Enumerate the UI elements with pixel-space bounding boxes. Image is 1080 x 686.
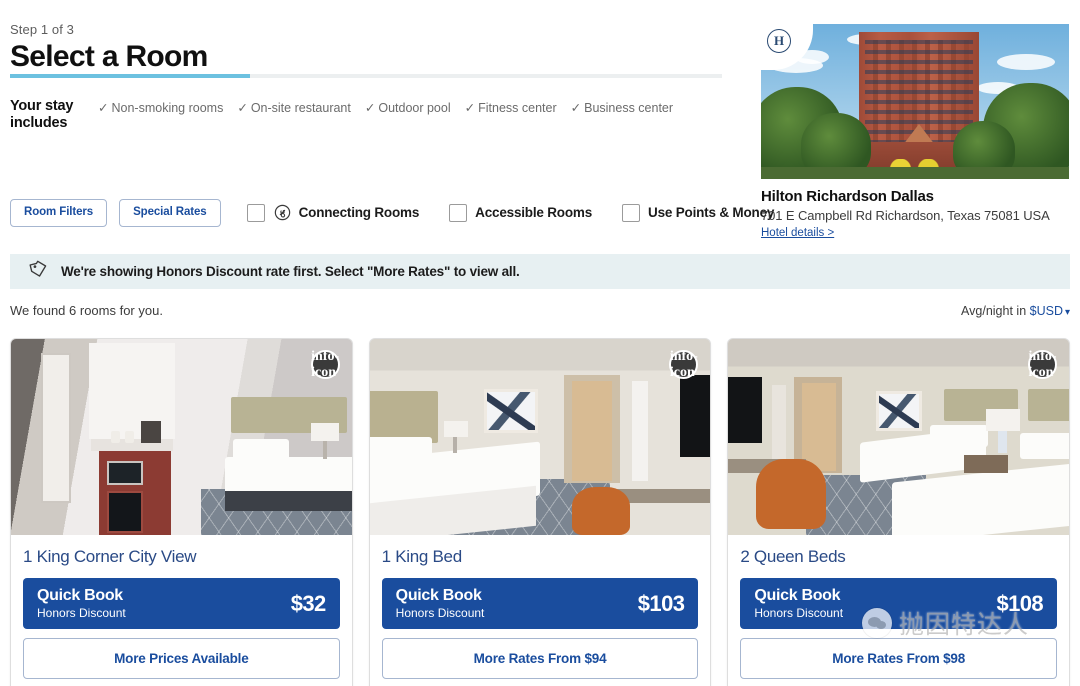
connecting-rooms-filter[interactable]: Connecting Rooms — [246, 203, 420, 222]
progress-bar-fill — [10, 74, 250, 78]
connecting-rooms-checkbox[interactable] — [246, 203, 265, 222]
amenity-item: ✓ Outdoor pool — [365, 100, 451, 115]
stay-includes-label: Your stay includes — [10, 98, 74, 132]
room-filters-button[interactable]: Room Filters — [10, 199, 108, 227]
link-circle-icon — [274, 204, 291, 221]
check-icon: ✓ — [237, 101, 248, 115]
honors-discount-banner: We're showing Honors Discount rate first… — [10, 254, 1070, 289]
use-points-money-checkbox[interactable] — [622, 203, 641, 222]
hotel-address: 701 E Campbell Rd Richardson, Texas 7508… — [761, 208, 1050, 223]
quick-book-subtitle: Honors Discount — [37, 605, 126, 620]
page-title: Select a Room — [10, 40, 208, 73]
room-price: $103 — [637, 590, 685, 616]
room-name: 1 King Corner City View — [23, 547, 197, 566]
room-name: 2 Queen Beds — [740, 547, 846, 566]
quick-book-button[interactable]: Quick Book Honors Discount $32 — [23, 578, 340, 630]
room-card-body: 1 King Bed Quick Book Honors Discount $1… — [370, 535, 711, 686]
accessible-rooms-label: Accessible Rooms — [475, 205, 593, 221]
room-photo-illustration — [369, 339, 711, 535]
more-rates-button[interactable]: More Prices Available — [23, 638, 340, 680]
currency-selector[interactable]: Avg/night in $USD ▾ — [961, 304, 1070, 318]
amenity-label: On-site restaurant — [250, 101, 351, 115]
amenity-label: Business center — [584, 101, 674, 115]
quick-book-title: Quick Book — [754, 587, 841, 604]
more-rates-button[interactable]: More Rates From $94 — [381, 638, 699, 680]
amenities-list: ✓ Non-smoking rooms ✓ On-site restaurant ✓… — [98, 98, 673, 115]
accessible-rooms-checkbox[interactable] — [449, 203, 468, 222]
check-icon: ✓ — [464, 101, 476, 115]
hotel-details-link[interactable]: Hotel details > — [761, 227, 834, 239]
use-points-money-filter[interactable]: Use Points & Money — [622, 203, 775, 222]
info-icon[interactable]: info-icon — [1028, 349, 1058, 380]
hotel-photo — [761, 24, 1069, 179]
select-a-room-page: Step 1 of 3 Select a Room Your stay incl… — [0, 0, 1080, 686]
room-card[interactable]: info-icon 2 Queen Beds Quick Book Honors… — [727, 338, 1071, 686]
progress-bar-track — [10, 74, 722, 78]
quick-book-title: Quick Book — [37, 587, 123, 604]
cloud-shape — [997, 54, 1055, 70]
quick-book-subtitle: Honors Discount — [754, 605, 844, 620]
room-card-body: 1 King Corner City View Quick Book Honor… — [11, 535, 352, 686]
quick-book-button[interactable]: Quick Book Honors Discount $103 — [381, 578, 699, 630]
amenity-item: ✓ On-site restaurant — [237, 100, 351, 115]
chevron-down-icon: ▾ — [1064, 306, 1070, 318]
room-name: 1 King Bed — [381, 547, 462, 566]
price-tag-icon — [28, 260, 48, 283]
room-card[interactable]: info-icon 1 King Bed Quick Book Honors D… — [368, 338, 712, 686]
amenity-item: ✓ Fitness center — [465, 100, 557, 115]
accessible-rooms-filter[interactable]: Accessible Rooms — [449, 203, 593, 222]
results-summary-row: We found 6 rooms for you. Avg/night in $… — [10, 303, 1070, 318]
more-rates-button[interactable]: More Rates From $98 — [740, 638, 1058, 680]
info-icon[interactable]: info-icon — [669, 349, 699, 380]
room-card[interactable]: info-icon 1 King Corner City View Quick … — [10, 338, 353, 686]
check-icon: ✓ — [570, 101, 582, 115]
check-icon: ✓ — [98, 101, 109, 115]
room-photo: info-icon — [369, 339, 711, 535]
step-indicator: Step 1 of 3 — [10, 22, 74, 37]
page-header: Step 1 of 3 Select a Room — [10, 22, 722, 75]
stay-includes-row: Your stay includes ✓ Non-smoking rooms ✓ O… — [10, 98, 730, 132]
amenity-item: ✓ Business center — [571, 100, 673, 115]
currency-value: $USD — [1029, 303, 1063, 318]
results-count: We found 6 rooms for you. — [10, 303, 163, 318]
amenity-label: Non-smoking rooms — [111, 101, 224, 115]
banner-text: We're showing Honors Discount rate first… — [61, 264, 520, 279]
room-card-body: 2 Queen Beds Quick Book Honors Discount … — [728, 535, 1069, 686]
hotel-name: Hilton Richardson Dallas — [761, 188, 934, 205]
room-price: $108 — [996, 590, 1044, 616]
ground-shape — [761, 167, 1069, 179]
use-points-money-label: Use Points & Money — [648, 205, 775, 221]
quick-book-button[interactable]: Quick Book Honors Discount $108 — [740, 578, 1058, 630]
room-photo-illustration — [11, 339, 352, 535]
hotel-info-panel: Hilton Richardson Dallas 701 E Campbell … — [761, 24, 1069, 241]
special-rates-button[interactable]: Special Rates — [119, 199, 221, 227]
room-photo: info-icon — [11, 339, 352, 535]
quick-book-title: Quick Book — [395, 587, 482, 604]
filter-bar: Room Filters Special Rates Connecting Ro… — [10, 199, 774, 227]
room-card-list: info-icon 1 King Corner City View Quick … — [10, 338, 1071, 686]
connecting-rooms-label: Connecting Rooms — [298, 205, 420, 221]
quick-book-subtitle: Honors Discount — [395, 605, 485, 620]
amenity-label: Outdoor pool — [378, 101, 451, 115]
room-photo: info-icon — [728, 339, 1070, 535]
room-price: $32 — [290, 590, 327, 616]
amenity-item: ✓ Non-smoking rooms — [98, 100, 223, 115]
info-icon[interactable]: info-icon — [310, 349, 340, 380]
currency-prefix: Avg/night in — [961, 303, 1030, 318]
room-photo-illustration — [728, 339, 1070, 535]
check-icon: ✓ — [364, 101, 376, 115]
amenity-label: Fitness center — [478, 101, 557, 115]
